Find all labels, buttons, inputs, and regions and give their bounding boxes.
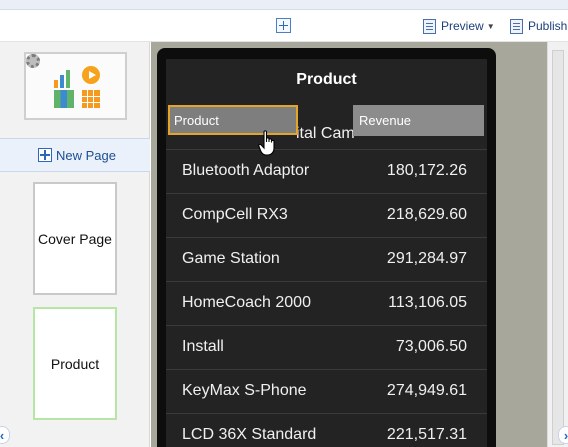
list-row[interactable]: Install 73,006.50 — [166, 325, 487, 369]
row-name: HomeCoach 2000 — [182, 294, 311, 311]
page-thumb-label: Cover Page — [38, 230, 112, 247]
page-thumb-product[interactable]: Product — [33, 307, 117, 420]
pages-panel: New Page Cover Page Product — [0, 42, 150, 447]
page-thumb-cover[interactable]: Cover Page — [33, 182, 117, 295]
row-value: 73,006.50 — [395, 338, 467, 355]
row-value: 218,629.60 — [386, 206, 467, 223]
row-value: 221,517.31 — [386, 426, 467, 443]
row-name: CompCell RX3 — [182, 206, 288, 223]
page-thumb-label: Product — [50, 355, 100, 372]
gear-icon[interactable] — [26, 54, 40, 68]
preview-icon — [423, 18, 436, 34]
grid-icon — [82, 90, 100, 108]
row-name: KeyMax S-Phone — [182, 382, 307, 399]
top-toolbar: Preview ▼ Publish — [0, 0, 568, 42]
list-row[interactable]: Game Station 291,284.97 — [166, 237, 487, 281]
play-icon — [82, 66, 100, 84]
preview-label: Preview — [441, 19, 484, 33]
preview-button[interactable]: Preview ▼ — [423, 17, 495, 35]
row-value: 291,284.97 — [386, 250, 467, 267]
bar-chart-icon — [60, 75, 64, 88]
design-canvas: Product ital Cam Bluetooth Adaptor 180,1… — [151, 42, 547, 447]
hand-cursor-icon — [258, 130, 275, 156]
partial-row-label: ital Cam — [296, 125, 355, 142]
chevron-down-icon: ▼ — [486, 21, 495, 31]
drag-field-revenue[interactable]: Revenue — [353, 105, 484, 136]
list-row[interactable]: Bluetooth Adaptor 180,172.26 — [166, 149, 487, 193]
plus-icon — [38, 148, 52, 162]
chevron-right-icon[interactable]: › — [558, 426, 568, 444]
new-page-button[interactable]: New Page — [0, 138, 150, 172]
scroll-thumb[interactable] — [552, 50, 564, 445]
widget-thumbnail[interactable] — [24, 52, 127, 120]
publish-icon — [510, 18, 523, 34]
map-icon — [54, 90, 74, 108]
list-title: Product — [296, 71, 357, 88]
row-name: Install — [182, 338, 224, 355]
list-row[interactable]: KeyMax S-Phone 274,949.61 — [166, 369, 487, 413]
list-row[interactable]: CompCell RX3 218,629.60 — [166, 193, 487, 237]
row-name: LCD 36X Standard — [182, 426, 317, 443]
new-page-label: New Page — [56, 147, 116, 163]
list-row[interactable]: LCD 36X Standard 221,517.31 — [166, 413, 487, 447]
widget-icons — [52, 66, 102, 108]
row-value: 274,949.61 — [386, 382, 467, 399]
publish-button[interactable]: Publish — [510, 17, 567, 35]
bar-chart-icon — [54, 80, 58, 88]
add-plus-icon[interactable] — [276, 18, 291, 33]
bar-chart-icon — [66, 70, 70, 88]
row-name: Game Station — [182, 250, 280, 267]
vertical-scrollbar[interactable] — [547, 42, 568, 447]
header-strip — [0, 0, 568, 10]
row-value: 113,106.05 — [388, 294, 467, 311]
row-value: 180,172.26 — [386, 162, 467, 179]
list-row[interactable]: HomeCoach 2000 113,106.05 — [166, 281, 487, 325]
row-name: Bluetooth Adaptor — [182, 162, 310, 179]
publish-label: Publish — [528, 19, 568, 33]
